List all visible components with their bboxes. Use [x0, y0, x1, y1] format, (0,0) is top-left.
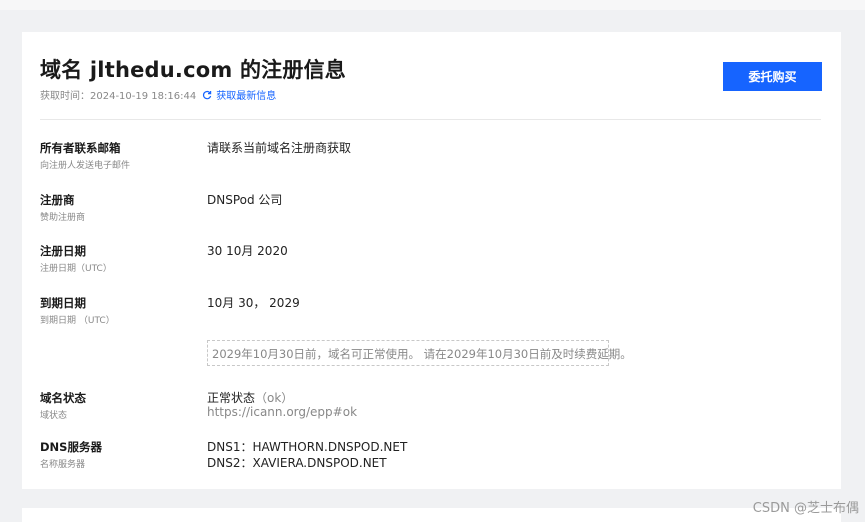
- row-sublabel: 到期日期 （UTC）: [40, 316, 115, 326]
- dns-server-2: DNS2：XAVIERA.DNSPOD.NET: [207, 456, 387, 470]
- row-value: DNSPod 公司: [207, 193, 283, 207]
- divider: [40, 119, 821, 120]
- row-label: 到期日期: [40, 296, 86, 310]
- row-sublabel: 注册日期（UTC）: [40, 264, 112, 274]
- refresh-label: 获取最新信息: [216, 91, 277, 102]
- row-value: 30 10月 2020: [207, 244, 288, 258]
- row-label: 域名状态: [40, 391, 86, 405]
- refresh-link[interactable]: 获取最新信息: [202, 87, 276, 102]
- row-label: 注册商: [40, 193, 75, 207]
- fetch-time-line: 获取时间：2024-10-19 18:16:44 获取最新信息: [40, 87, 276, 102]
- row-sublabel-link[interactable]: 向注册人发送电子邮件: [40, 158, 130, 171]
- row-label: 注册日期: [40, 244, 86, 258]
- entrust-purchase-button[interactable]: 委托购买: [723, 62, 822, 91]
- domain-info-card: 域名 jlthedu.com 的注册信息 获取时间：2024-10-19 18:…: [22, 32, 841, 489]
- fetch-time: 获取时间：2024-10-19 18:16:44: [40, 91, 197, 102]
- refresh-icon: [203, 90, 212, 99]
- next-card: [22, 508, 841, 522]
- row-sublabel: 赞助注册商: [40, 213, 86, 223]
- row-label: 所有者联系邮箱: [40, 141, 121, 155]
- status-text: 正常状态: [207, 391, 256, 405]
- page: 域名 jlthedu.com 的注册信息 获取时间：2024-10-19 18:…: [0, 0, 865, 522]
- row-value: 10月 30， 2029: [207, 296, 300, 310]
- row-sublabel: 域状态: [40, 411, 68, 421]
- top-strip: [0, 0, 865, 10]
- dns-server-1: DNS1：HAWTHORN.DNSPOD.NET: [207, 440, 408, 454]
- page-title: 域名 jlthedu.com 的注册信息: [40, 58, 346, 82]
- row-label: DNS服务器: [40, 440, 102, 454]
- status-url: https://icann.org/epp#ok: [207, 405, 358, 419]
- row-value: 请联系当前域名注册商获取: [207, 141, 352, 155]
- watermark: CSDN @芝士布偶: [752, 501, 859, 516]
- status-code: （ok）: [255, 391, 294, 405]
- row-value: 正常状态（ok）: [207, 389, 293, 406]
- expiry-notice: 2029年10月30日前，域名可正常使用。 请在2029年10月30日前及时续费…: [207, 340, 632, 366]
- row-sublabel: 名称服务器: [40, 460, 86, 470]
